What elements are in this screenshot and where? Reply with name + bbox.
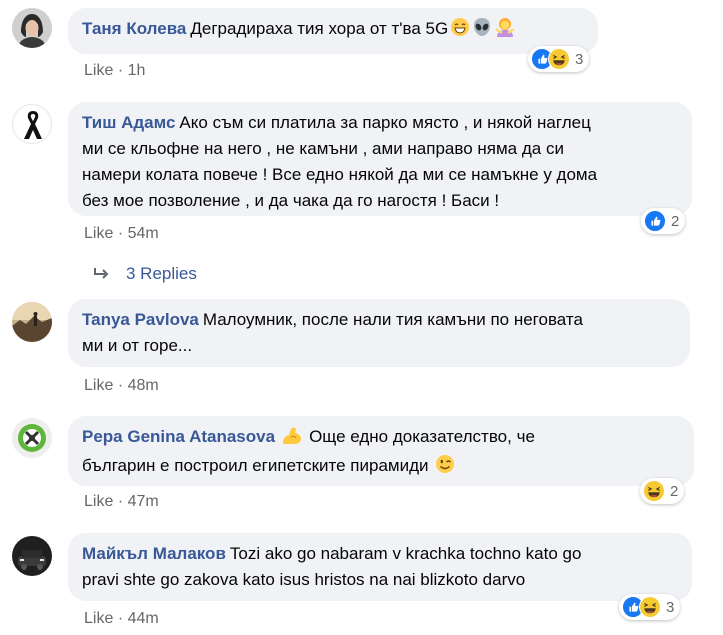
reaction-count: 2 [671,212,680,230]
meta-separator: · [117,493,124,510]
avatar[interactable] [12,302,52,342]
comment-time[interactable]: 54m [128,225,159,242]
reaction-count: 2 [670,482,679,500]
like-link[interactable]: Like [84,62,113,79]
meta-separator: · [117,377,124,394]
like-link[interactable]: Like [84,493,113,510]
comment-text-line: Ако съм си платила за парко място , и ня… [179,113,591,132]
reaction-count: 3 [575,50,584,68]
comment-meta: Like · 54m [84,225,159,243]
comment-meta: Like · 47m [84,493,159,511]
comment-bubble: Таня Колева Деградираха тия хора от т'ва … [68,8,598,54]
haha-reaction-icon [548,48,570,70]
comment-meta: Like · 1h [84,62,145,80]
haha-reaction-icon [643,480,665,502]
comment-author[interactable]: Pepa Genina Atanasova [82,427,275,446]
comment-meta: Like · 44m [84,610,159,628]
like-link[interactable]: Like [84,377,113,394]
comment-time[interactable]: 1h [128,62,146,79]
reaction-count: 3 [666,598,675,616]
flexed-biceps-emoji [281,425,303,453]
black-ribbon-icon [24,111,42,139]
comment-bubble: Pepa Genina Atanasova Още едно доказателс… [68,416,694,486]
grin-emoji [450,17,470,45]
comment-text-line: Tozi ako go nabaram v krachka tochno kat… [229,544,582,563]
alien-emoji [472,17,492,45]
avatar[interactable] [12,104,52,144]
meta-separator: · [117,62,124,79]
comment-text-line: без мое позволение , и да чака да го наг… [82,191,500,210]
meta-separator: · [117,225,124,242]
comment-text-line: pravi shte go zakova kato isus hristos n… [82,570,526,589]
comment-author[interactable]: Майкъл Малаков [82,544,226,563]
meta-separator: · [117,610,124,627]
avatar[interactable] [12,8,52,48]
comment-text-line: намери колата повече ! Все едно някой да… [82,165,598,184]
comment-author[interactable]: Таня Колева [82,19,186,38]
haha-reaction-icon [639,596,661,618]
comment-time[interactable]: 47m [128,493,159,510]
comment-text-line: Още едно доказателство, че [309,427,535,446]
comment-bubble: Tanya Pavlova Малоумник, после нали тия к… [68,299,690,367]
reaction-summary[interactable]: 2 [640,478,685,504]
comment-time[interactable]: 44m [128,610,159,627]
comment-text-line: Малоумник, после нали тия камъни по него… [202,310,583,329]
comment-text-line: ми и от горе... [82,336,193,355]
like-link[interactable]: Like [84,225,113,242]
comment-author[interactable]: Tanya Pavlova [82,310,199,329]
comment-text-line: българин е построил египетските пирамиди [82,456,429,475]
like-link[interactable]: Like [84,610,113,627]
replies-label: 3 Replies [126,264,197,283]
reaction-summary[interactable]: 3 [528,46,590,72]
woman-gesturing-emoji [494,17,516,45]
wink-emoji [435,454,455,482]
reaction-summary[interactable]: 2 [641,208,686,234]
comment-text-line: ми се кльофне на него , не камъни , ами … [82,139,564,158]
avatar[interactable] [12,536,52,576]
reply-arrow-icon [92,267,110,281]
view-replies-link[interactable]: 3 Replies [92,264,197,284]
avatar[interactable] [12,418,52,458]
reaction-summary[interactable]: 3 [619,594,681,620]
comment-time[interactable]: 48m [128,377,159,394]
like-reaction-icon [644,210,666,232]
comment-bubble: Тиш Адамс Ако съм си платила за парко мяс… [68,102,692,216]
comment-text: Деградираха тия хора от т'ва 5G [190,19,449,38]
comment-bubble: Майкъл Малаков Tozi ako go nabaram v krac… [68,533,692,601]
comment-meta: Like · 48m [84,377,159,395]
comment-author[interactable]: Тиш Адамс [82,113,175,132]
